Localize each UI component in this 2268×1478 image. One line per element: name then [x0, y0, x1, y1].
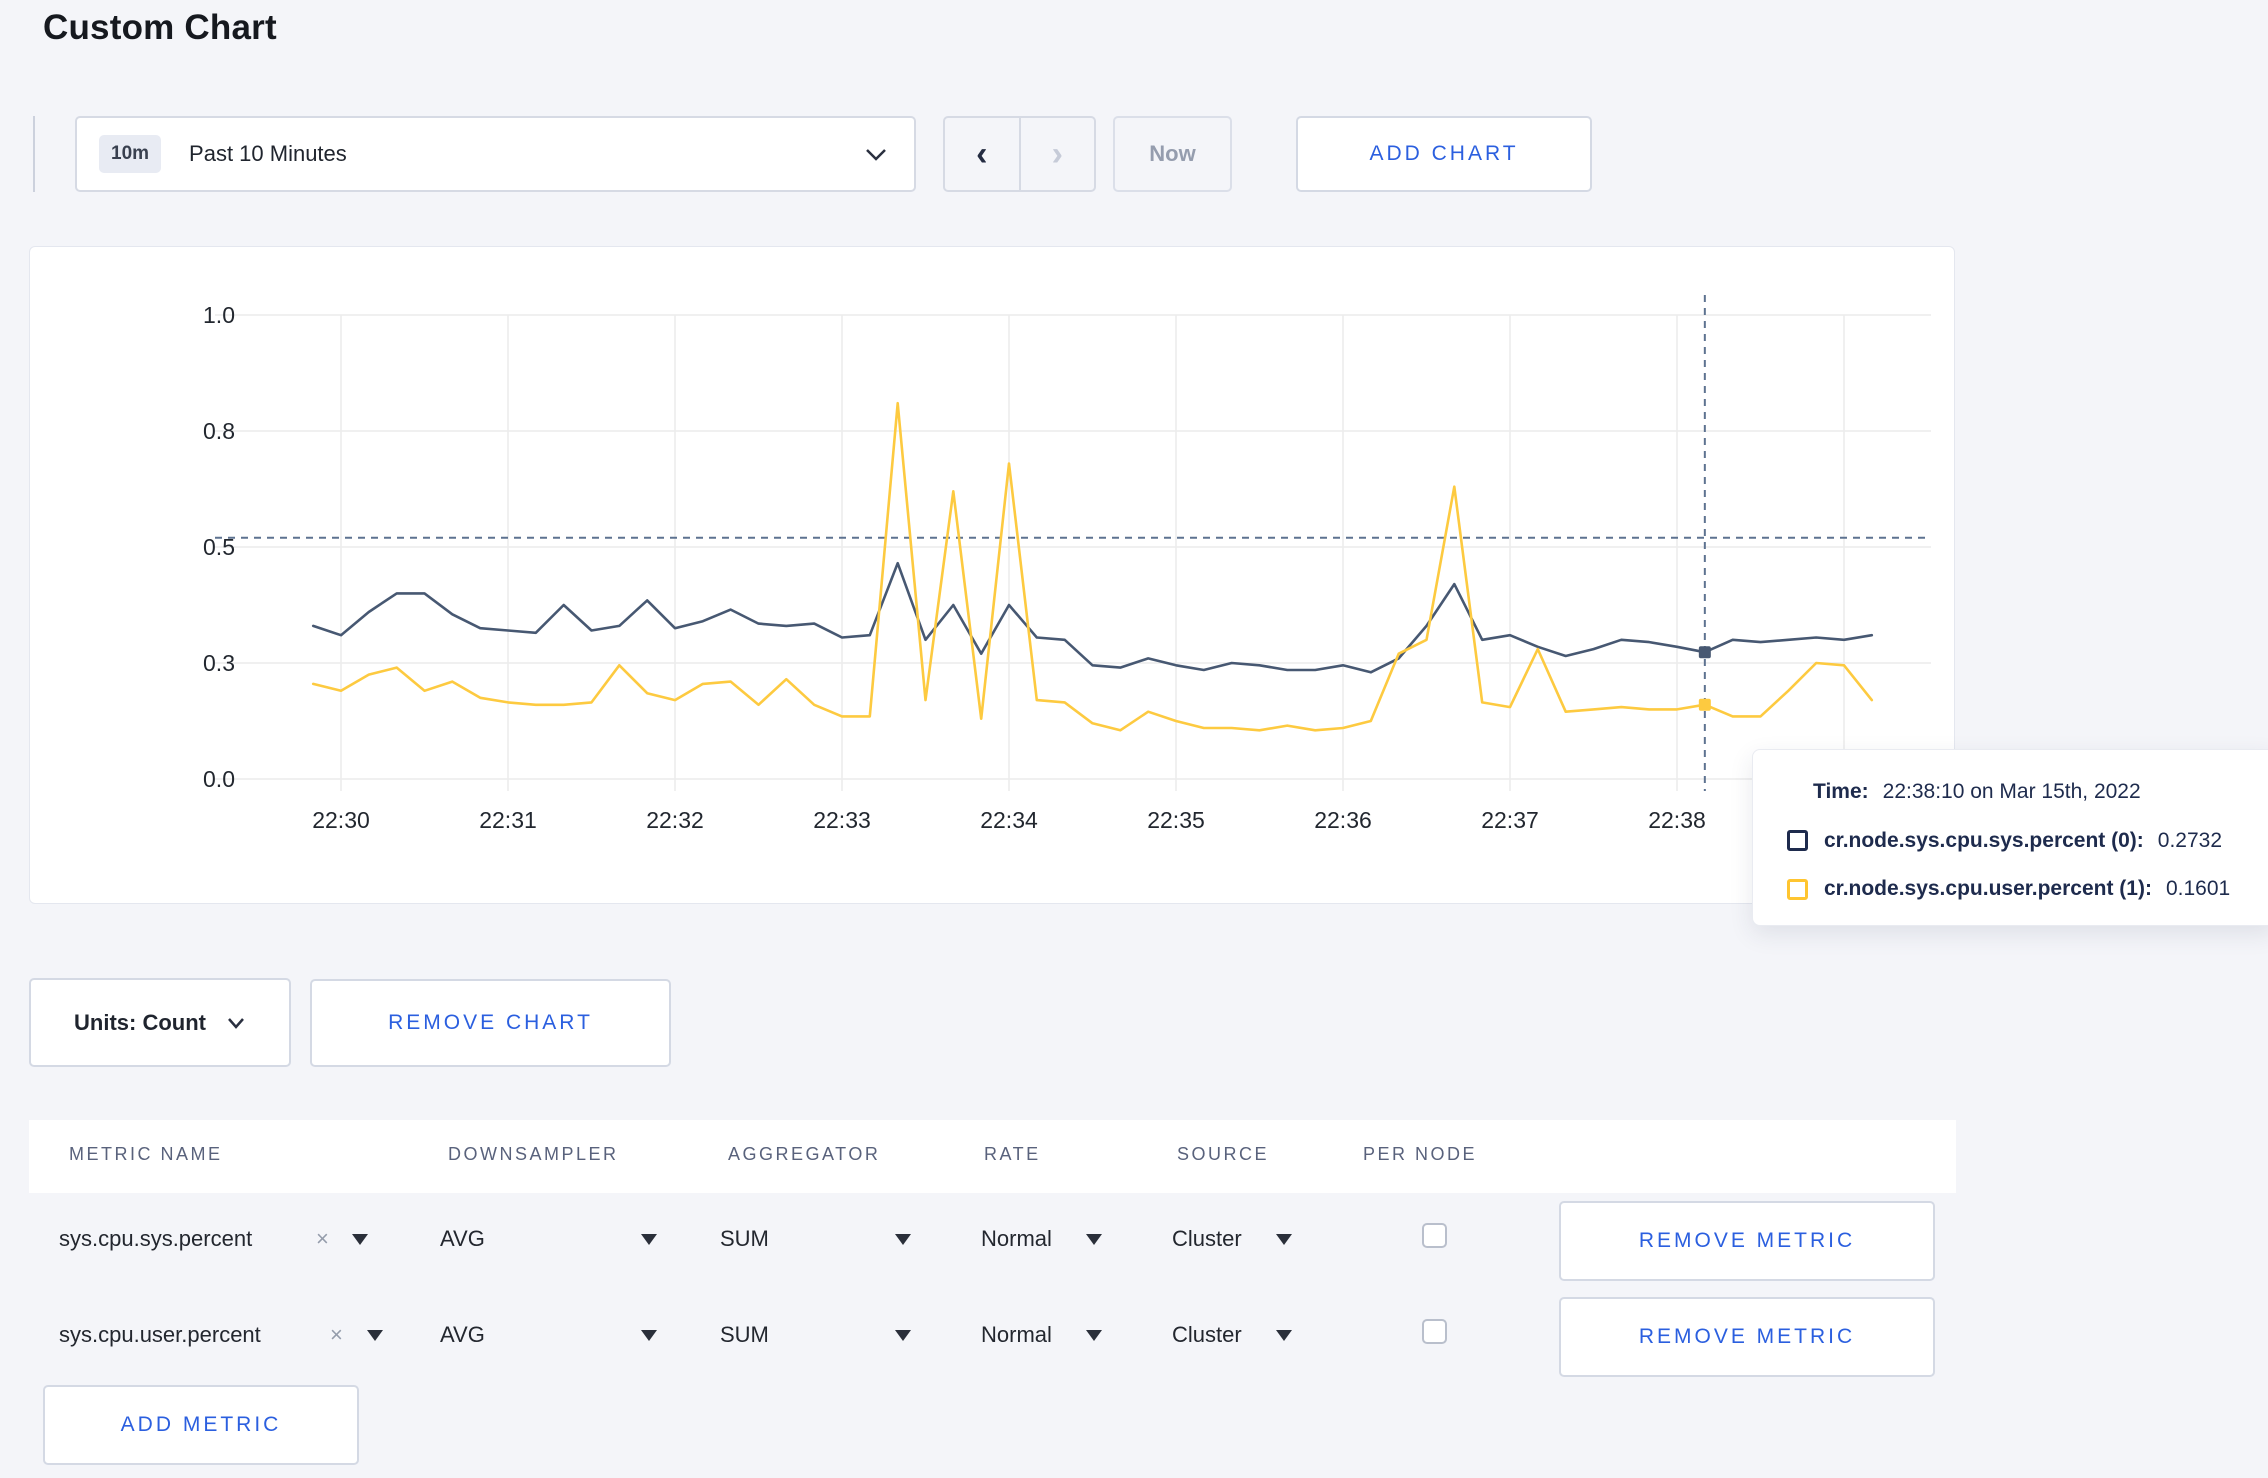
metric-row: sys.cpu.user.percent × AVG SUM Normal Cl…: [29, 1289, 1956, 1385]
units-label: Units: Count: [74, 1009, 206, 1035]
time-range-dropdown[interactable]: 10m Past 10 Minutes: [75, 116, 916, 192]
tooltip-series-value: 0.1601: [2165, 877, 2231, 900]
caret-down-icon[interactable]: [367, 1330, 383, 1341]
custom-chart-page: Custom Chart 10m Past 10 Minutes ‹ › Now…: [0, 0, 2268, 1478]
tooltip-series-row: cr.node.sys.cpu.user.percent (1): 0.1601: [1787, 877, 2255, 901]
aggregator-select[interactable]: SUM: [720, 1226, 769, 1252]
series-cr.node.sys.cpu.sys.percent: [311, 561, 1874, 674]
aggregator-select[interactable]: SUM: [720, 1322, 769, 1348]
x-axis-tick-label: 22:37: [1481, 807, 1539, 833]
x-axis-tick-label: 22:31: [479, 807, 537, 833]
units-dropdown[interactable]: Units: Count: [29, 978, 291, 1067]
remove-metric-button[interactable]: REMOVE METRIC: [1559, 1201, 1935, 1281]
chevron-left-icon: ‹: [976, 134, 988, 173]
metrics-table-header: METRIC NAME DOWNSAMPLER AGGREGATOR RATE …: [29, 1120, 1956, 1193]
x-axis-tick-label: 22:30: [312, 807, 370, 833]
remove-metric-button[interactable]: REMOVE METRIC: [1559, 1297, 1935, 1377]
tooltip-time-row: Time: 22:38:10 on Mar 15th, 2022: [1813, 780, 2255, 804]
col-header-downsampler: DOWNSAMPLER: [448, 1144, 619, 1164]
x-axis-tick-label: 22:33: [813, 807, 871, 833]
hover-marker: [1698, 698, 1711, 711]
rate-select[interactable]: Normal: [981, 1226, 1052, 1252]
remove-chart-button[interactable]: REMOVE CHART: [310, 979, 671, 1067]
col-header-aggregator: AGGREGATOR: [728, 1144, 881, 1164]
col-header-source: SOURCE: [1177, 1144, 1270, 1164]
metric-name-value: sys.cpu.sys.percent: [59, 1226, 253, 1251]
col-header-rate: RATE: [984, 1144, 1041, 1164]
downsampler-select[interactable]: AVG: [440, 1226, 485, 1252]
chevron-down-icon: [226, 1016, 246, 1030]
metrics-table: METRIC NAME DOWNSAMPLER AGGREGATOR RATE …: [29, 1120, 1956, 1385]
x-axis-tick-label: 22:38: [1648, 807, 1706, 833]
tooltip-time-label: Time:: [1813, 780, 1869, 803]
x-axis-tick-label: 22:35: [1147, 807, 1205, 833]
caret-down-icon[interactable]: [1276, 1234, 1292, 1245]
time-range-label: Past 10 Minutes: [189, 141, 347, 166]
downsampler-select[interactable]: AVG: [440, 1322, 485, 1348]
close-icon[interactable]: ×: [316, 1226, 329, 1252]
chevron-right-icon: ›: [1051, 134, 1063, 173]
sys-percent-swatch-icon: [1787, 830, 1808, 851]
hover-marker: [1698, 646, 1711, 659]
caret-down-icon[interactable]: [352, 1234, 368, 1245]
caret-down-icon[interactable]: [895, 1234, 911, 1245]
now-button[interactable]: Now: [1113, 116, 1232, 192]
per-node-checkbox[interactable]: [1422, 1223, 1447, 1248]
x-axis-tick-label: 22:32: [646, 807, 704, 833]
y-axis-tick-label: 0.8: [203, 418, 235, 444]
source-select[interactable]: Cluster: [1172, 1322, 1242, 1348]
time-range-badge: 10m: [99, 135, 162, 173]
caret-down-icon[interactable]: [1086, 1234, 1102, 1245]
user-percent-swatch-icon: [1787, 878, 1808, 900]
source-select[interactable]: Cluster: [1172, 1226, 1242, 1252]
prev-time-button[interactable]: ‹: [945, 118, 1021, 190]
chevron-down-icon: [864, 146, 888, 162]
close-icon[interactable]: ×: [330, 1322, 343, 1348]
caret-down-icon[interactable]: [1276, 1330, 1292, 1341]
x-axis-tick-label: 22:34: [980, 807, 1038, 833]
caret-down-icon[interactable]: [641, 1234, 657, 1245]
metric-row: sys.cpu.sys.percent × AVG SUM Normal Clu…: [29, 1193, 1956, 1289]
tooltip-series-label: cr.node.sys.cpu.sys.percent (0):: [1824, 828, 2144, 852]
tooltip-time-value: 22:38:10 on Mar 15th, 2022: [1882, 780, 2141, 803]
add-metric-button[interactable]: ADD METRIC: [43, 1385, 359, 1465]
per-node-checkbox[interactable]: [1422, 1319, 1447, 1344]
y-axis-tick-label: 0.3: [203, 650, 235, 676]
page-title: Custom Chart: [43, 8, 277, 47]
chart-card: 22:30 22:31 22:32 22:33 22:34 22:35 22:36 22:37…: [29, 246, 2268, 926]
caret-down-icon[interactable]: [641, 1330, 657, 1341]
col-header-metric-name: METRIC NAME: [69, 1144, 223, 1164]
chart-hover-tooltip: Time: 22:38:10 on Mar 15th, 2022 cr.node…: [1752, 749, 2268, 926]
y-axis-tick-label: 1.0: [203, 302, 235, 328]
y-axis-tick-label: 0.5: [203, 534, 235, 560]
tooltip-series-label: cr.node.sys.cpu.user.percent (1):: [1824, 877, 2152, 900]
time-shift-control: ‹ ›: [943, 116, 1096, 192]
toolbar-divider: [33, 116, 35, 192]
add-chart-button[interactable]: ADD CHART: [1296, 116, 1592, 192]
col-header-per-node: PER NODE: [1363, 1144, 1478, 1164]
tooltip-series-value: 0.2732: [2157, 828, 2223, 852]
y-axis-tick-label: 0.0: [203, 766, 235, 792]
caret-down-icon[interactable]: [1086, 1330, 1102, 1341]
caret-down-icon[interactable]: [895, 1330, 911, 1341]
series-cr.node.sys.cpu.user.percent: [311, 401, 1874, 732]
tooltip-series-row: cr.node.sys.cpu.sys.percent (0): 0.2732: [1787, 829, 2255, 853]
metric-name-value: sys.cpu.user.percent: [59, 1322, 261, 1347]
x-axis-tick-label: 22:36: [1314, 807, 1372, 833]
rate-select[interactable]: Normal: [981, 1322, 1052, 1348]
next-time-button[interactable]: ›: [1021, 118, 1095, 190]
